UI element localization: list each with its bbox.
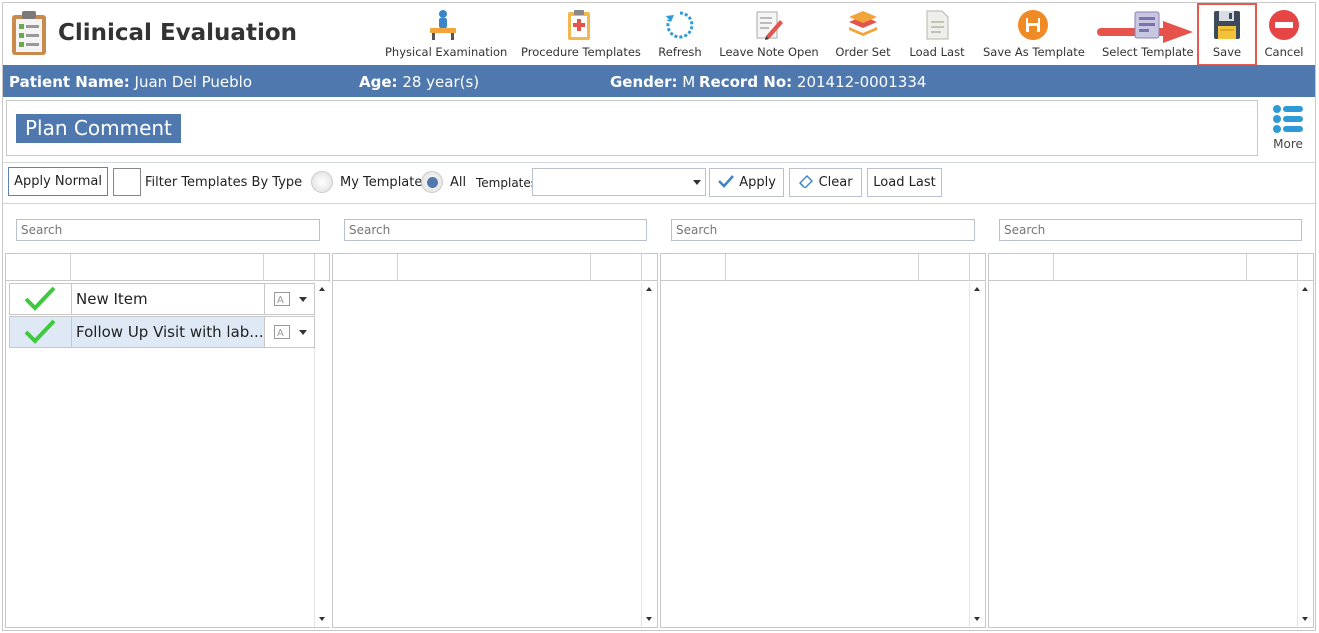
save-button[interactable]: Save <box>1200 8 1254 62</box>
search-input-1[interactable] <box>16 219 320 241</box>
scrollbar[interactable] <box>1297 282 1313 627</box>
grid-header <box>661 254 985 281</box>
physical-examination-label: Physical Examination <box>385 45 508 59</box>
patient-age-value: 28 year(s) <box>402 73 480 91</box>
save-as-template-label: Save As Template <box>983 45 1085 59</box>
item-name: New Item <box>72 283 264 315</box>
refresh-button[interactable]: Refresh <box>656 8 704 62</box>
svg-text:A: A <box>277 295 284 306</box>
templates-select[interactable] <box>532 168 706 196</box>
text-format-icon: A <box>274 292 290 306</box>
patient-record-value: 201412-0001334 <box>796 73 927 91</box>
scrollbar[interactable] <box>314 282 330 627</box>
item-type-dropdown[interactable]: A <box>264 316 315 348</box>
patient-record-field: Record No: 201412-0001334 <box>699 73 926 91</box>
order-set-label: Order Set <box>835 45 891 59</box>
patient-age-field: Age: 28 year(s) <box>359 73 479 91</box>
green-check-icon <box>24 319 56 344</box>
item-check-cell[interactable] <box>9 283 72 315</box>
procedure-templates-button[interactable]: Procedure Templates <box>521 8 641 62</box>
plan-comment-box <box>6 100 1258 156</box>
patient-record-label: Record No: <box>699 73 793 91</box>
filter-by-type-label: Filter Templates By Type <box>145 175 303 190</box>
patient-name-label: Patient Name: <box>9 73 130 91</box>
patient-gender-value: M <box>682 73 696 91</box>
patient-gender-label: Gender: <box>610 73 678 91</box>
patient-gender-field: Gender: M <box>610 73 695 91</box>
patient-age-label: Age: <box>359 73 398 91</box>
all-label: All <box>450 175 467 190</box>
document-icon <box>926 10 949 40</box>
leave-note-open-label: Leave Note Open <box>719 45 819 59</box>
procedure-clipboard-icon <box>568 10 590 40</box>
layers-icon <box>849 11 877 36</box>
order-set-button[interactable]: Order Set <box>834 8 892 62</box>
floppy-disk-icon <box>1214 11 1240 39</box>
note-pencil-icon <box>756 11 783 40</box>
save-as-template-button[interactable]: Save As Template <box>983 8 1085 62</box>
load-last-toolbar-label: Load Last <box>909 45 965 59</box>
select-template-icon <box>1134 11 1160 39</box>
item-name: Follow Up Visit with lab... <box>72 316 264 348</box>
clear-button[interactable]: Clear <box>789 168 862 197</box>
apply-button[interactable]: Apply <box>709 168 784 197</box>
item-check-cell[interactable] <box>9 316 72 348</box>
list-item[interactable]: Follow Up Visit with lab... A <box>9 316 315 348</box>
search-input-3[interactable] <box>671 219 975 241</box>
svg-text:A: A <box>277 328 284 339</box>
green-check-icon <box>24 286 56 311</box>
grid-header <box>989 254 1313 281</box>
checkmark-icon <box>718 175 735 188</box>
save-as-template-icon <box>1018 10 1048 40</box>
select-template-button[interactable]: Select Template <box>1102 8 1194 62</box>
select-template-label: Select Template <box>1102 45 1194 59</box>
patient-name-field: Patient Name: Juan Del Pueblo <box>9 73 252 91</box>
filter-by-type-checkbox[interactable] <box>113 168 141 196</box>
template-grid-4 <box>988 253 1314 628</box>
grid-header <box>333 254 657 281</box>
grid-header <box>6 254 329 281</box>
more-label: More <box>1273 137 1303 151</box>
clear-label: Clear <box>818 175 853 190</box>
refresh-label: Refresh <box>658 45 702 59</box>
procedure-templates-label: Procedure Templates <box>521 45 641 59</box>
chevron-down-icon <box>693 180 701 185</box>
cancel-label: Cancel <box>1264 45 1304 59</box>
patient-info-bar: Patient Name: Juan Del Pueblo Age: 28 ye… <box>3 65 1315 97</box>
clipboard-logo-icon <box>12 11 46 55</box>
load-last-button[interactable]: Load Last <box>867 168 942 197</box>
apply-label: Apply <box>739 175 776 190</box>
eraser-icon <box>799 175 814 189</box>
app-title: Clinical Evaluation <box>58 20 298 46</box>
section-title: Plan Comment <box>16 114 181 143</box>
header: Clinical Evaluation Physical Examination… <box>0 0 1319 66</box>
all-radio[interactable] <box>421 171 443 193</box>
list-item[interactable]: New Item A <box>9 283 315 315</box>
apply-normal-button[interactable]: Apply Normal <box>8 167 108 196</box>
leave-note-open-button[interactable]: Leave Note Open <box>719 8 819 62</box>
save-label: Save <box>1212 45 1242 59</box>
more-button[interactable]: More <box>1268 104 1308 154</box>
cancel-button[interactable]: Cancel <box>1263 8 1305 62</box>
my-templates-radio[interactable] <box>311 171 333 193</box>
scrollbar[interactable] <box>641 282 657 627</box>
template-grid-2 <box>332 253 658 628</box>
search-input-2[interactable] <box>344 219 647 241</box>
physical-exam-icon <box>430 10 456 40</box>
patient-name-value: Juan Del Pueblo <box>134 73 253 91</box>
scrollbar[interactable] <box>969 282 985 627</box>
my-templates-label: My Templates <box>340 175 430 190</box>
text-format-icon: A <box>274 325 290 339</box>
physical-examination-button[interactable]: Physical Examination <box>385 8 508 62</box>
refresh-icon <box>666 11 694 39</box>
cancel-icon <box>1269 10 1299 40</box>
template-grid-1: New Item A Follow Up Visit with lab... A <box>5 253 330 628</box>
chevron-down-icon <box>299 330 307 335</box>
item-type-dropdown[interactable]: A <box>264 283 315 315</box>
chevron-down-icon <box>299 297 307 302</box>
list-menu-icon <box>1273 105 1303 133</box>
template-grid-3 <box>660 253 986 628</box>
search-input-4[interactable] <box>999 219 1302 241</box>
load-last-toolbar-button[interactable]: Load Last <box>906 8 968 62</box>
